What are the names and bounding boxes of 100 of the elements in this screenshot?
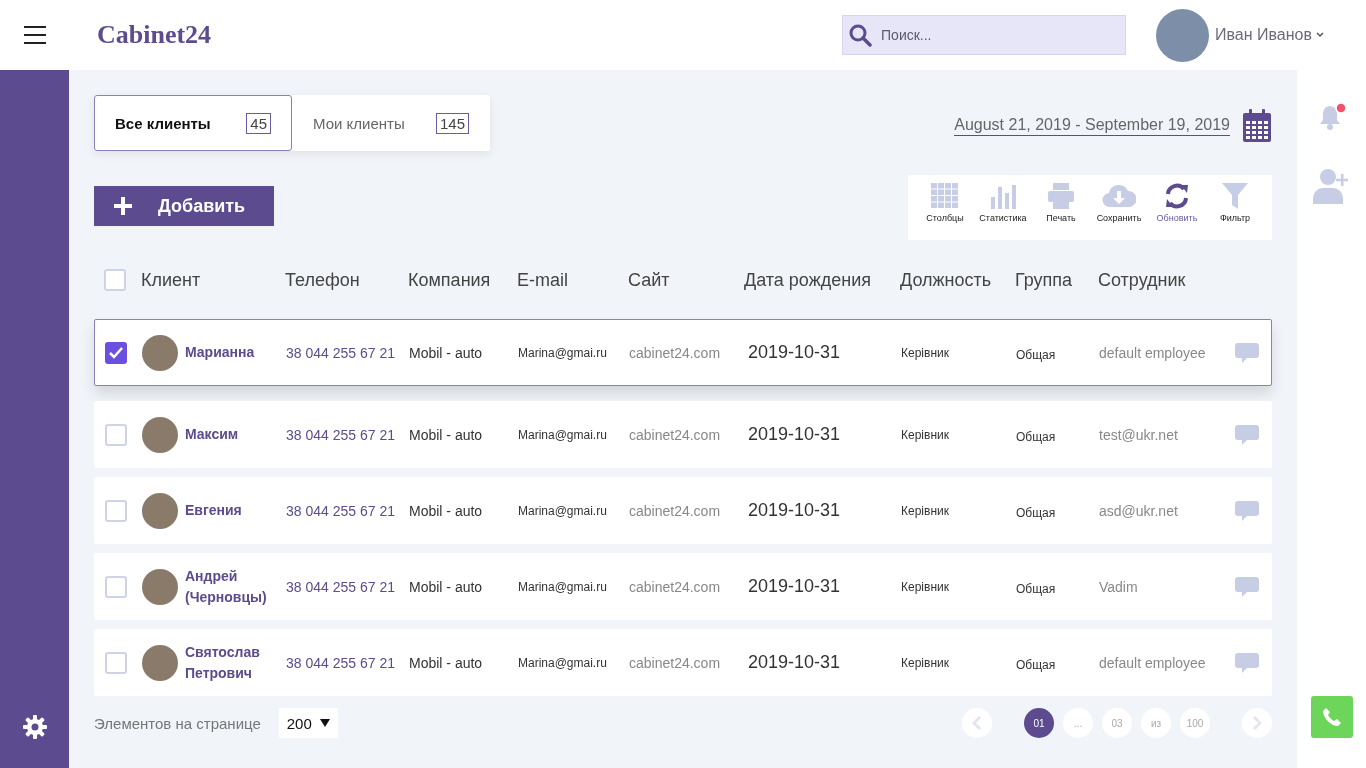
employee-cell-text: test@ukr.net: [1099, 426, 1179, 443]
chat-icon[interactable]: [1235, 500, 1259, 521]
column-header[interactable]: Должность: [900, 269, 1015, 291]
site-cell-text: cabinet24.com: [629, 578, 722, 595]
email-cell-text: Marina@gmai.ru: [518, 503, 608, 518]
group-cell-text: Общая: [1016, 346, 1057, 362]
bar-chart-icon: [989, 183, 1017, 209]
client-name[interactable]: Максим: [185, 424, 239, 445]
position-cell-text: Керівник: [901, 503, 950, 518]
group-cell-text: Общая: [1016, 428, 1057, 444]
avatar-photo: [142, 334, 178, 371]
client-name[interactable]: Святослав Петрович: [185, 641, 286, 684]
phone-link[interactable]: 38 044 255 67 21: [286, 502, 409, 519]
search-icon: [848, 23, 873, 47]
group-cell-text: Общая: [1016, 656, 1057, 672]
tab[interactable]: Все клиенты 45: [94, 95, 292, 151]
client-name[interactable]: Евгения: [185, 500, 242, 521]
position-cell-text: Керівник: [901, 345, 950, 360]
select-all-checkbox[interactable]: [104, 269, 126, 291]
avatar-photo: [142, 416, 178, 453]
chevron-left-icon: [972, 716, 982, 730]
plus-icon: [114, 197, 132, 215]
user-name[interactable]: Иван Иванов: [1215, 26, 1312, 44]
row-checkbox[interactable]: [105, 341, 127, 364]
toolbar-button[interactable]: Фильтр: [1208, 183, 1262, 232]
email-cell-text: Marina@gmai.ru: [518, 427, 608, 442]
check-icon: [109, 346, 123, 359]
column-header[interactable]: Дата рождения: [744, 269, 900, 291]
menu-icon[interactable]: [24, 26, 46, 44]
phone-link[interactable]: 38 044 255 67 21: [286, 654, 409, 671]
company-cell-text: Mobil - auto: [409, 344, 484, 361]
client-row[interactable]: Максим 38 044 255 67 21 Mobil - auto Marina@gmai.ru cabinet24.com 2019-10-31 Керівник Общая test@ukr.net: [94, 401, 1272, 468]
page-size-select[interactable]: 200: [278, 708, 338, 738]
company-cell-text: Mobil - auto: [409, 426, 484, 443]
logo[interactable]: Cabinet24: [97, 20, 212, 50]
email-cell-text: Marina@gmai.ru: [518, 579, 608, 594]
tab[interactable]: Мои клиенты 145: [292, 95, 490, 151]
client-name[interactable]: Андрей (Черновцы): [185, 565, 286, 608]
column-header[interactable]: Сотрудник: [1098, 269, 1234, 291]
search-field[interactable]: Поиск...: [842, 15, 1127, 55]
position-cell-text: Керівник: [901, 427, 950, 442]
avatar-photo: [142, 644, 178, 681]
birth-date-cell-text: 2019-10-31: [747, 424, 842, 445]
birth-date-cell-text: 2019-10-31: [747, 342, 842, 363]
add-user-icon[interactable]: [1312, 168, 1351, 204]
phone-icon: [1321, 707, 1342, 727]
toolbar-button[interactable]: Сохранить: [1092, 183, 1146, 232]
settings-icon[interactable]: [21, 714, 48, 740]
toolbar-button[interactable]: Печать: [1034, 183, 1088, 232]
client-row[interactable]: Андрей (Черновцы) 38 044 255 67 21 Mobil - auto Marina@gmai.ru cabinet24.com 2019-10-31 Керівник Общая Vadim: [94, 553, 1272, 620]
employee-cell-text: Vadim: [1099, 578, 1139, 595]
grid-icon: [931, 183, 959, 209]
printer-icon: [1047, 183, 1075, 209]
column-header[interactable]: Группа: [1015, 269, 1098, 291]
chat-icon[interactable]: [1235, 342, 1259, 363]
company-cell-text: Mobil - auto: [409, 502, 484, 519]
add-button[interactable]: Добавить: [94, 186, 274, 226]
company-cell-text: Mobil - auto: [409, 578, 484, 595]
phone-link[interactable]: 38 044 255 67 21: [286, 344, 409, 361]
caret-icon[interactable]: [1316, 32, 1324, 38]
phone-link[interactable]: 38 044 255 67 21: [286, 578, 409, 595]
filter-icon: [1221, 183, 1249, 209]
toolbar-button[interactable]: Статистика: [976, 183, 1030, 232]
group-cell-text: Общая: [1016, 580, 1057, 596]
company-cell-text: Mobil - auto: [409, 654, 484, 671]
phone-link[interactable]: 38 044 255 67 21: [286, 426, 409, 443]
previous-page-button[interactable]: [962, 708, 992, 738]
page-button[interactable]: 01: [1024, 708, 1054, 738]
site-cell-text: cabinet24.com: [629, 344, 722, 361]
site-cell-text: cabinet24.com: [629, 426, 722, 443]
position-cell-text: Керівник: [901, 655, 950, 670]
client-row[interactable]: Марианна 38 044 255 67 21 Mobil - auto Marina@gmai.ru cabinet24.com 2019-10-31 Керівник Общая default employee: [94, 319, 1272, 386]
client-name[interactable]: Марианна: [185, 342, 255, 363]
avatar-photo: [142, 492, 178, 529]
client-row[interactable]: Святослав Петрович 38 044 255 67 21 Mobil - auto Marina@gmai.ru cabinet24.com 2019-10-31 Керівник Общая default employee: [94, 629, 1272, 696]
calendar-icon[interactable]: [1242, 109, 1272, 143]
date-range-link[interactable]: August 21, 2019 - September 19, 2019: [954, 116, 1230, 136]
chat-icon[interactable]: [1235, 424, 1259, 445]
employee-cell-text: default employee: [1099, 344, 1207, 361]
column-header[interactable]: E-mail: [517, 269, 628, 291]
avatar-photo: [142, 568, 178, 605]
email-cell-text: Marina@gmai.ru: [518, 345, 608, 360]
toolbar-button[interactable]: Столбцы: [918, 183, 972, 232]
column-header[interactable]: Клиент: [141, 269, 285, 291]
group-cell-text: Общая: [1016, 504, 1057, 520]
next-page-button[interactable]: [1242, 708, 1272, 738]
call-button[interactable]: [1310, 696, 1353, 738]
birth-date-cell-text: 2019-10-31: [747, 652, 842, 673]
page-size-label: Элементов на странице: [94, 714, 261, 732]
column-header[interactable]: Телефон: [285, 269, 408, 291]
column-header[interactable]: Компания: [408, 269, 517, 291]
email-cell-text: Marina@gmai.ru: [518, 655, 608, 670]
cloud-download-icon: [1102, 183, 1136, 209]
birth-date-cell-text: 2019-10-31: [747, 500, 842, 521]
chat-icon[interactable]: [1235, 652, 1259, 673]
column-header[interactable]: Сайт: [628, 269, 744, 291]
client-row[interactable]: Евгения 38 044 255 67 21 Mobil - auto Marina@gmai.ru cabinet24.com 2019-10-31 Керівник Общая asd@ukr.net: [94, 477, 1272, 544]
chat-icon[interactable]: [1235, 576, 1259, 597]
position-cell-text: Керівник: [901, 579, 950, 594]
toolbar-button[interactable]: Обновить: [1150, 183, 1204, 232]
